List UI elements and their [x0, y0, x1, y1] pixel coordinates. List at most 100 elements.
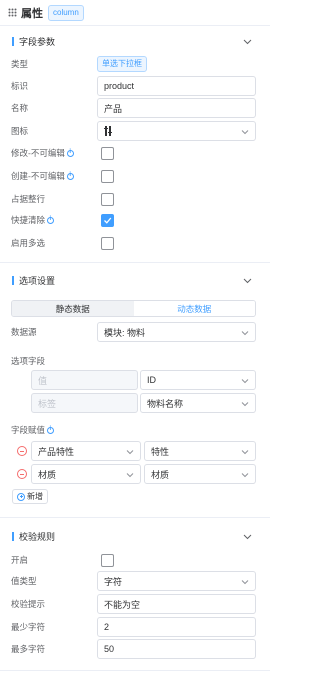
option-label-text: 物料名称	[147, 398, 184, 409]
panel-header: 属性 column	[0, 0, 270, 26]
assign-source-select[interactable]: 材质	[31, 464, 141, 484]
info-icon[interactable]	[47, 426, 55, 434]
section-title: 校验规则	[19, 531, 56, 542]
enabled-row: 开启	[0, 553, 270, 567]
multi-select-label: 启用多选	[11, 238, 46, 248]
tab-static-data[interactable]: 静态数据	[12, 301, 134, 316]
tab-dynamic-data[interactable]: 动态数据	[133, 301, 255, 316]
section-title: 选项设置	[19, 275, 56, 286]
chevron-down-icon	[126, 450, 134, 455]
field-assign-text: 字段赋值	[11, 425, 46, 435]
name-row: 名称 产品	[0, 98, 270, 118]
data-type-tabs: 静态数据 动态数据	[11, 300, 256, 317]
grid-icon	[8, 8, 17, 17]
modify-readonly-checkbox[interactable]	[101, 146, 114, 160]
full-row-checkbox[interactable]	[101, 192, 114, 206]
modify-readonly-text: 修改-不可编辑	[11, 148, 65, 158]
icon-label: 图标	[11, 126, 29, 136]
max-chars-input[interactable]: 50	[97, 639, 256, 659]
max-chars-row: 最多字符 50	[0, 639, 270, 659]
assign-target-text: 特性	[151, 446, 170, 457]
chevron-down-icon[interactable]	[243, 276, 252, 285]
field-assign-label: 字段赋值	[11, 424, 55, 436]
chevron-down-icon[interactable]	[243, 37, 252, 46]
assign-source-text: 材质	[38, 469, 57, 480]
min-chars-row: 最少字符 2	[0, 617, 270, 637]
type-row: 类型 单选下拉框	[0, 55, 270, 73]
option-value-text: ID	[147, 375, 156, 385]
value-type-row: 值类型 字符	[0, 571, 270, 591]
hint-label: 校验提示	[11, 599, 46, 609]
enabled-checkbox[interactable]	[101, 553, 114, 567]
create-readonly-label: 创建-不可编辑	[11, 170, 74, 182]
chevron-down-icon	[126, 473, 134, 478]
add-assign-button[interactable]: 新增	[12, 489, 48, 504]
divider	[0, 517, 270, 518]
assign-source-text: 产品特性	[38, 446, 75, 457]
enabled-label: 开启	[11, 555, 29, 565]
chevron-down-icon	[241, 450, 249, 455]
identifier-label: 标识	[11, 81, 29, 91]
hint-input[interactable]: 不能为空	[97, 594, 256, 614]
datasource-select[interactable]: 模块: 物料	[97, 322, 256, 342]
tools-icon	[104, 126, 112, 136]
option-value-select[interactable]: ID	[140, 370, 256, 390]
section-validation[interactable]: 校验规则	[0, 523, 270, 549]
option-label-select[interactable]: 物料名称	[140, 393, 256, 413]
component-tag: column	[48, 4, 84, 21]
info-icon[interactable]	[66, 172, 74, 180]
remove-row-icon[interactable]	[17, 446, 27, 456]
icon-select[interactable]	[97, 121, 256, 141]
info-icon[interactable]	[66, 149, 74, 157]
value-type-text: 字符	[104, 576, 123, 587]
option-key-label: 标签	[31, 393, 138, 413]
divider	[0, 670, 270, 671]
value-type-label: 值类型	[11, 576, 37, 586]
type-label: 类型	[11, 59, 29, 69]
assign-target-select[interactable]: 特性	[144, 441, 256, 461]
chevron-down-icon	[241, 379, 249, 384]
chevron-down-icon	[241, 331, 249, 336]
add-assign-label: 新增	[27, 492, 43, 501]
info-icon[interactable]	[47, 216, 55, 224]
section-field-params[interactable]: 字段参数	[0, 28, 270, 54]
remove-row-icon[interactable]	[17, 469, 27, 479]
name-input[interactable]: 产品	[97, 98, 256, 118]
section-title: 字段参数	[19, 36, 56, 47]
assign-source-select[interactable]: 产品特性	[31, 441, 141, 461]
identifier-input[interactable]: product	[97, 76, 256, 96]
chevron-down-icon	[241, 402, 249, 407]
multi-select-checkbox[interactable]	[101, 236, 114, 250]
name-label: 名称	[11, 103, 29, 113]
create-readonly-checkbox[interactable]	[101, 169, 114, 183]
chevron-down-icon	[241, 473, 249, 478]
min-chars-input[interactable]: 2	[97, 617, 256, 637]
quick-clear-label: 快捷清除	[11, 214, 55, 226]
full-row-row: 占据整行	[0, 192, 270, 206]
create-readonly-row: 创建-不可编辑	[0, 169, 270, 183]
max-chars-label: 最多字符	[11, 644, 46, 654]
option-fields-label: 选项字段	[11, 356, 46, 366]
create-readonly-text: 创建-不可编辑	[11, 171, 65, 181]
plus-circle-icon	[17, 492, 25, 501]
icon-row: 图标	[0, 121, 270, 141]
quick-clear-row: 快捷清除	[0, 213, 270, 227]
datasource-label: 数据源	[11, 327, 37, 337]
chevron-down-icon[interactable]	[243, 532, 252, 541]
quick-clear-text: 快捷清除	[11, 215, 46, 225]
min-chars-label: 最少字符	[11, 622, 46, 632]
full-row-label: 占据整行	[11, 194, 46, 204]
chevron-down-icon	[241, 130, 249, 135]
type-tag: 单选下拉框	[97, 56, 147, 72]
divider	[0, 262, 270, 263]
quick-clear-checkbox[interactable]	[101, 213, 114, 227]
check-icon	[104, 217, 112, 224]
section-options[interactable]: 选项设置	[0, 267, 270, 293]
hint-row: 校验提示 不能为空	[0, 594, 270, 614]
assign-target-text: 材质	[151, 469, 170, 480]
datasource-row: 数据源 模块: 物料	[0, 322, 270, 342]
panel-title: 属性	[21, 7, 43, 20]
value-type-select[interactable]: 字符	[97, 571, 256, 591]
assign-target-select[interactable]: 材质	[144, 464, 256, 484]
identifier-row: 标识 product	[0, 76, 270, 96]
